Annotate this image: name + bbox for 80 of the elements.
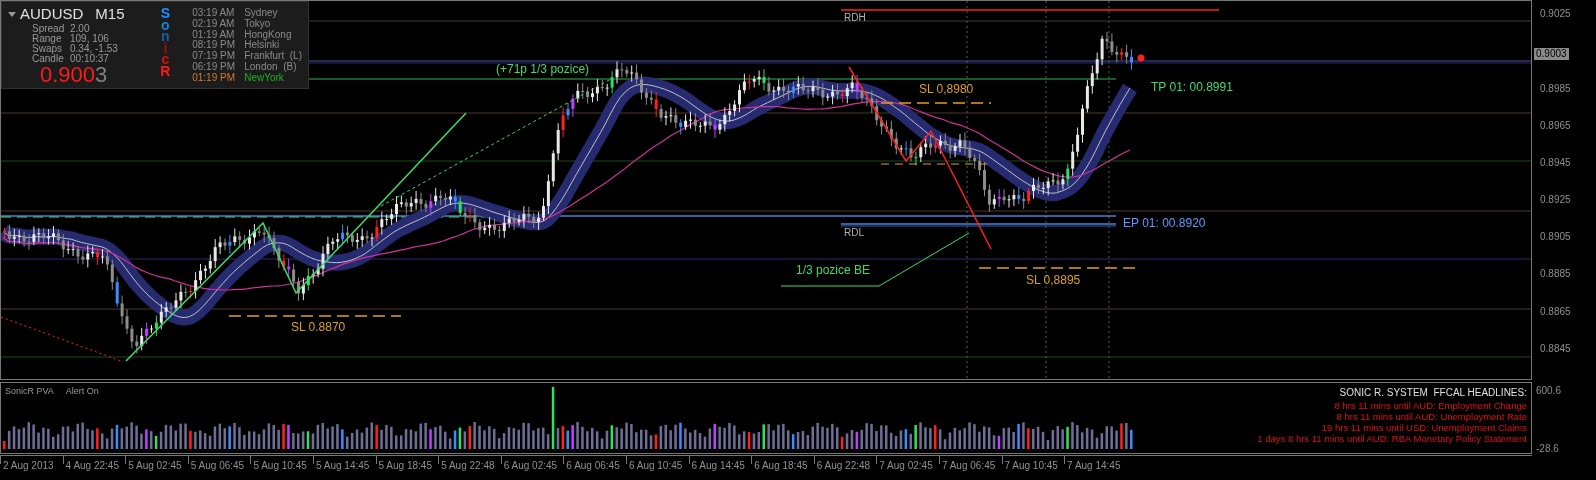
chart-annotation: RDL bbox=[844, 227, 864, 238]
clock-city: Frankfurt (L) bbox=[244, 51, 302, 62]
clock-city: Sydney bbox=[244, 8, 278, 19]
stat-value: 2.00 bbox=[70, 24, 90, 34]
chart-annotation: (+71p 1/3 pozice) bbox=[496, 62, 590, 76]
price-value: 0.900 bbox=[40, 64, 96, 86]
indicator-min-label: -28.6 bbox=[1536, 442, 1559, 456]
chart-annotation: SL 0,8980 bbox=[919, 82, 974, 96]
price-axis-label: 0.8965 bbox=[1540, 119, 1571, 132]
symbol-label: AUDUSD bbox=[20, 6, 84, 22]
time-axis-label: 5 Aug 06:45 bbox=[189, 460, 246, 472]
clock-time: 03:19 AM bbox=[192, 8, 236, 19]
headlines-title: SONIC R. SYSTEM FFCAL HEADLINES: bbox=[1339, 387, 1527, 398]
clock-time: 01:19 PM bbox=[192, 72, 236, 84]
clock-city: Helsinki bbox=[244, 40, 280, 51]
logo-letter: n bbox=[161, 31, 170, 43]
clock-time: 07:19 PM bbox=[192, 51, 236, 62]
time-axis-label: 4 Aug 22:45 bbox=[64, 460, 120, 472]
time-axis-label: 6 Aug 10:45 bbox=[627, 460, 684, 472]
time-axis-label: 7 Aug 02:45 bbox=[878, 460, 934, 472]
price-axis-label: 0.8905 bbox=[1540, 231, 1571, 244]
dropdown-icon[interactable] bbox=[8, 11, 16, 17]
headline-item: 19 hrs 11 mins until USD: Unemployment Claims bbox=[1321, 422, 1527, 433]
time-axis-label: 6 Aug 06:45 bbox=[565, 460, 621, 472]
price-marker-icon bbox=[1137, 54, 1145, 62]
clock-time: 06:19 PM bbox=[192, 62, 236, 73]
clock-time: 02:19 AM bbox=[192, 18, 236, 30]
time-axis-label: 5 Aug 14:45 bbox=[314, 460, 371, 472]
stat-value: 109, 106 bbox=[70, 34, 109, 44]
headline-item: 1 days 8 hrs 11 mins until AUD: RBA Monetary Policy Statement bbox=[1257, 433, 1527, 444]
current-price-badge: 0.9003 bbox=[1534, 48, 1569, 61]
stat-value: 00:10:37 bbox=[70, 54, 109, 64]
price-axis-label: 0.8865 bbox=[1540, 305, 1571, 318]
chart-annotation: EP 01: 00.8920 bbox=[1123, 216, 1206, 230]
clock-time: 08:19 PM bbox=[192, 40, 236, 51]
time-axis-label: 6 Aug 22:48 bbox=[815, 460, 872, 472]
headline-item: 8 hrs 11 mins until AUD: Unemployment Rate bbox=[1336, 411, 1527, 422]
clock-city: HongKong bbox=[244, 29, 292, 41]
clock-city: NewYork bbox=[244, 72, 284, 84]
time-axis-label: 5 Aug 18:45 bbox=[377, 460, 433, 472]
time-axis-label: 5 Aug 02:45 bbox=[127, 460, 183, 472]
time-axis-label: 5 Aug 22:48 bbox=[440, 460, 496, 472]
chart-annotation: TP 01: 00.8991 bbox=[1151, 80, 1233, 94]
time-axis-label: 7 Aug 14:45 bbox=[1066, 460, 1122, 472]
clock-city: Tokyo bbox=[244, 18, 271, 30]
indicator-status: Alert On bbox=[65, 385, 99, 398]
logo-letter: o bbox=[161, 19, 170, 31]
chart-annotation: RDH bbox=[844, 12, 866, 23]
time-axis-label: 6 Aug 14:45 bbox=[690, 460, 746, 472]
logo-letter: R bbox=[160, 65, 171, 77]
stat-label: Swaps bbox=[32, 44, 62, 54]
price-axis-label: 0.8945 bbox=[1540, 156, 1571, 169]
headline-item: 8 hrs 11 mins until AUD: Employment Change bbox=[1334, 400, 1527, 411]
chart-annotation: SL 0.8870 bbox=[291, 320, 346, 334]
stat-label: Range bbox=[32, 34, 62, 44]
price-pip: 3 bbox=[95, 64, 108, 86]
time-axis-label: 7 Aug 06:45 bbox=[940, 460, 997, 472]
price-axis-label: 0.8885 bbox=[1540, 268, 1571, 281]
logo-letter: S bbox=[160, 8, 171, 20]
stat-label: Candle bbox=[32, 54, 65, 64]
time-axis-label: 6 Aug 18:45 bbox=[753, 460, 809, 472]
price-axis-label: 0.8845 bbox=[1540, 342, 1571, 355]
time-axis-label: 2 Aug 2013 bbox=[2, 460, 55, 472]
stat-label: Spread bbox=[32, 24, 66, 34]
indicator-name: SonicR PVA bbox=[5, 385, 54, 398]
clock-time: 01:19 AM bbox=[192, 29, 236, 40]
chart-annotation: 1/3 pozice BE bbox=[796, 263, 871, 277]
clock-city: London (B) bbox=[244, 62, 297, 73]
price-axis-label: 0.9025 bbox=[1540, 8, 1571, 20]
timeframe-label: M15 bbox=[95, 6, 125, 22]
stat-value: 0.34, -1.53 bbox=[70, 44, 118, 54]
chart-annotation: SL 0,8895 bbox=[1026, 273, 1081, 287]
time-axis-label: 6 Aug 02:45 bbox=[502, 460, 559, 472]
logo-letter: c bbox=[161, 54, 170, 66]
indicator-max-label: 600.6 bbox=[1536, 384, 1562, 398]
time-axis-label: 5 Aug 10:45 bbox=[252, 460, 308, 472]
time-axis-label: 7 Aug 10:45 bbox=[1003, 460, 1059, 472]
logo-letter: i bbox=[163, 42, 168, 54]
price-axis-label: 0.8925 bbox=[1540, 194, 1571, 207]
price-axis-label: 0.8985 bbox=[1540, 82, 1571, 95]
